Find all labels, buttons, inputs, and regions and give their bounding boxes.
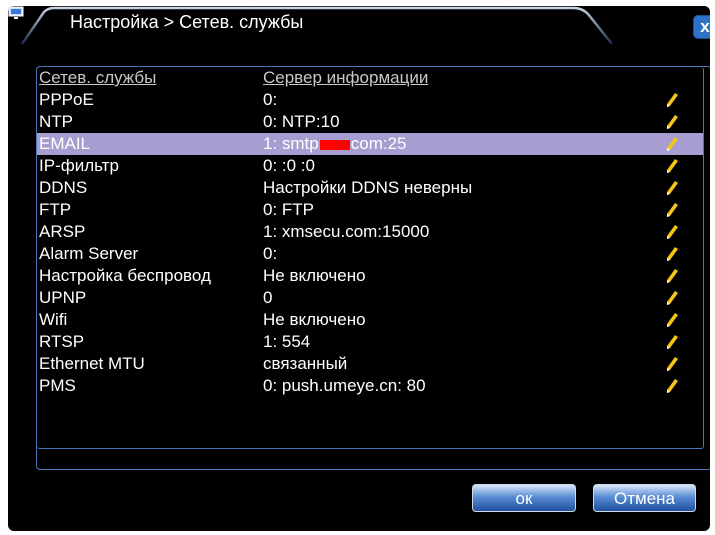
services-table-frame: Сетев. службы Сервер информации PPPoE 0:… [36, 66, 710, 470]
table-row-alarm-server[interactable]: Alarm Server 0: [37, 243, 703, 265]
service-name: Alarm Server [39, 244, 139, 263]
table-row-upnp[interactable]: UPNP 0 [37, 287, 703, 309]
pencil-icon[interactable] [665, 268, 679, 284]
table-row-rtsp[interactable]: RTSP 1: 554 [37, 331, 703, 353]
pencil-icon[interactable] [665, 92, 679, 108]
table-row-pms[interactable]: PMS 0: push.umeye.cn: 80 [37, 375, 703, 397]
service-name: ARSP [39, 222, 86, 241]
service-name: UPNP [39, 288, 87, 307]
service-info: Не включено [263, 266, 366, 285]
service-name: Wifi [39, 310, 68, 329]
column-header-service: Сетев. службы [39, 68, 157, 87]
service-info: Настройки DDNS неверны [263, 178, 473, 197]
table-row-ethernet-mtu[interactable]: Ethernet MTU связанный [37, 353, 703, 375]
table-row-wireless-setup[interactable]: Настройка беспровод Не включено [37, 265, 703, 287]
service-info: 0: NTP:10 [263, 112, 340, 131]
pencil-icon[interactable] [665, 312, 679, 328]
service-name: IP-фильтр [39, 156, 119, 175]
service-info: связанный [263, 354, 348, 373]
table-row-pppoe[interactable]: PPPoE 0: [37, 89, 703, 111]
service-info: 1: 554 [263, 332, 311, 351]
service-info: 0: FTP [263, 200, 315, 219]
pencil-icon[interactable] [665, 158, 679, 174]
service-name: Настройка беспровод [39, 266, 211, 285]
cancel-button[interactable]: Отмена [593, 484, 696, 512]
service-info-prefix: 1: smtp [263, 134, 319, 153]
services-table: Сетев. службы Сервер информации PPPoE 0:… [37, 67, 704, 449]
redaction-mark [319, 139, 350, 150]
ok-button[interactable]: ок [472, 484, 576, 512]
pencil-icon[interactable] [665, 378, 679, 394]
pencil-icon[interactable] [665, 246, 679, 262]
pencil-icon[interactable] [665, 114, 679, 130]
pencil-icon[interactable] [665, 202, 679, 218]
table-row-email[interactable]: EMAIL 1: smtp com:25 [37, 133, 703, 155]
table-row-ddns[interactable]: DDNS Настройки DDNS неверны [37, 177, 703, 199]
table-row-ntp[interactable]: NTP 0: NTP:10 [37, 111, 703, 133]
service-name: DDNS [39, 178, 88, 197]
pencil-icon[interactable] [665, 356, 679, 372]
pencil-icon[interactable] [665, 290, 679, 306]
network-services-dialog: Настройка > Сетев. службы x Сетев. служб… [8, 6, 710, 531]
service-name: PPPoE [39, 90, 94, 109]
table-row-wifi[interactable]: Wifi Не включено [37, 309, 703, 331]
service-info: 1: xmsecu.com:15000 [263, 222, 430, 241]
service-info: 0: [263, 244, 278, 263]
service-name: PMS [39, 376, 76, 395]
table-row-arsp[interactable]: ARSP 1: xmsecu.com:15000 [37, 221, 703, 243]
service-name: EMAIL [39, 134, 91, 153]
service-name: FTP [39, 200, 72, 219]
service-name: RTSP [39, 332, 85, 351]
column-header-info: Сервер информации [263, 68, 429, 87]
service-name: Ethernet MTU [39, 354, 145, 373]
pencil-icon[interactable] [665, 180, 679, 196]
pencil-icon[interactable] [665, 136, 679, 152]
service-info: 1: smtp com:25 [263, 133, 407, 155]
service-info-suffix: com:25 [350, 134, 407, 153]
service-info: 0: :0 :0 [263, 156, 315, 175]
window-title: Настройка > Сетев. службы [70, 12, 304, 32]
table-header: Сетев. службы Сервер информации [37, 67, 703, 89]
service-info: 0: push.umeye.cn: 80 [263, 376, 426, 395]
service-info: Не включено [263, 310, 366, 329]
service-info: 0: [263, 90, 278, 109]
monitor-icon [8, 6, 24, 19]
service-info: 0 [263, 288, 273, 307]
service-name: NTP [39, 112, 73, 131]
table-row-ftp[interactable]: FTP 0: FTP [37, 199, 703, 221]
pencil-icon[interactable] [665, 334, 679, 350]
table-body: PPPoE 0: NTP 0: NTP:10 EMAIL 1: smtp com:… [37, 89, 703, 397]
pencil-icon[interactable] [665, 224, 679, 240]
title-bar: Настройка > Сетев. службы x [8, 6, 710, 44]
close-button[interactable]: x [693, 15, 710, 39]
table-row-ip-filter[interactable]: IP-фильтр 0: :0 :0 [37, 155, 703, 177]
